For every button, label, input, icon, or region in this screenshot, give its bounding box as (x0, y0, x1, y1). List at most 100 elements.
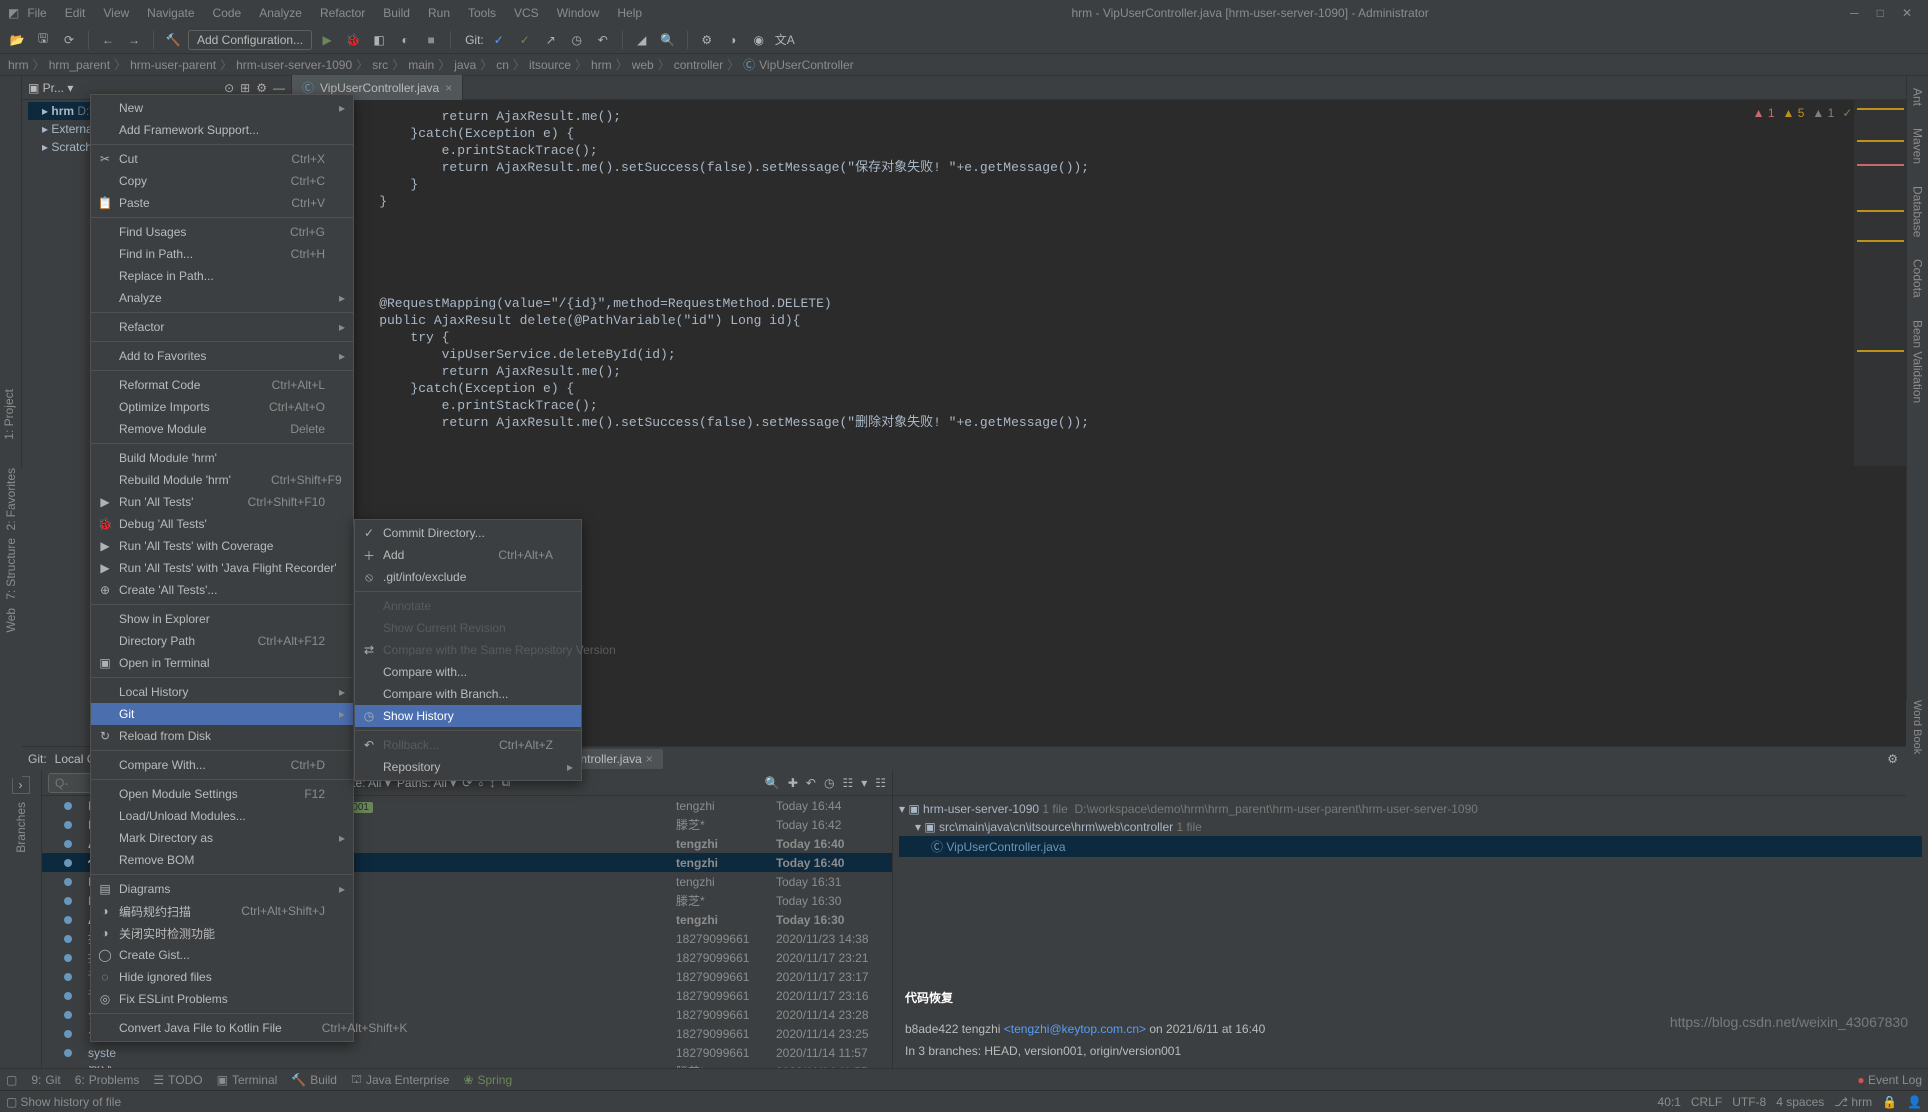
log-search-icon[interactable]: 🔍 (765, 776, 780, 790)
file-encoding[interactable]: UTF-8 (1732, 1095, 1766, 1109)
crumb-6[interactable]: java (454, 58, 476, 72)
menu-item[interactable]: 🐞Debug 'All Tests' (91, 513, 353, 535)
menu-item[interactable]: Git▸ (91, 703, 353, 725)
menu-vcs[interactable]: VCS (506, 3, 547, 23)
crumb-0[interactable]: hrm (8, 58, 29, 72)
tab-todo[interactable]: ☰ TODO (153, 1073, 202, 1087)
group-icon[interactable]: ☷ (842, 776, 853, 790)
line-separator[interactable]: CRLF (1691, 1095, 1722, 1109)
left-tab-favorites[interactable]: 2: Favorites (4, 468, 18, 530)
expand-branches-icon[interactable]: › (12, 776, 30, 794)
menu-item[interactable]: Build Module 'hrm' (91, 447, 353, 469)
expand-all-icon[interactable]: ⊞ (240, 81, 250, 95)
menu-item[interactable]: ◑关闭实时检测功能 (91, 922, 353, 944)
minimize-button[interactable]: ─ (1850, 6, 1859, 20)
menu-item[interactable]: ↻Reload from Disk (91, 725, 353, 747)
menu-item[interactable]: Optimize ImportsCtrl+Alt+O (91, 396, 353, 418)
hammer-icon[interactable]: 🔨 (162, 29, 184, 51)
crumb-9[interactable]: hrm (591, 58, 612, 72)
git-branch[interactable]: ⎇ hrm (1834, 1095, 1872, 1109)
menu-item[interactable]: ◑编码规约扫描Ctrl+Alt+Shift+J (91, 900, 353, 922)
menu-item[interactable]: ▶Run 'All Tests'Ctrl+Shift+F10 (91, 491, 353, 513)
menu-item[interactable]: ＋AddCtrl+Alt+A (355, 544, 581, 566)
git-submenu[interactable]: ✓Commit Directory...＋AddCtrl+Alt+A⦸.git/… (354, 519, 582, 781)
menu-item[interactable]: Show in Explorer (91, 608, 353, 630)
forward-icon[interactable]: → (123, 29, 145, 51)
menu-item[interactable]: Reformat CodeCtrl+Alt+L (91, 374, 353, 396)
crumb-10[interactable]: web (632, 58, 654, 72)
event-log-button[interactable]: ● Event Log (1857, 1073, 1922, 1087)
right-tab-codota[interactable]: Codota (1909, 253, 1927, 304)
vcs-rollback-icon[interactable]: ↶ (592, 29, 614, 51)
menu-item[interactable]: Open Module SettingsF12 (91, 783, 353, 805)
menu-item[interactable]: Compare With...Ctrl+D (91, 754, 353, 776)
menu-item[interactable]: ▶Run 'All Tests' with 'Java Flight Recor… (91, 557, 353, 579)
menu-build[interactable]: Build (375, 3, 418, 23)
menu-file[interactable]: File (19, 3, 54, 23)
menu-item[interactable]: Compare with... (355, 661, 581, 683)
menu-item[interactable]: ▤Diagrams▸ (91, 878, 353, 900)
detail-icon[interactable]: ☷ (875, 776, 886, 790)
open-icon[interactable]: 📂 (6, 29, 28, 51)
menu-navigate[interactable]: Navigate (139, 3, 202, 23)
menu-item[interactable]: ◯Create Gist... (91, 944, 353, 966)
gear-icon[interactable]: ⚙ (256, 81, 267, 95)
vcs-history-icon[interactable]: ◷ (566, 29, 588, 51)
project-context-menu[interactable]: New▸Add Framework Support...✂CutCtrl+XCo… (90, 94, 354, 1042)
run-icon[interactable]: ▶ (316, 29, 338, 51)
menu-item[interactable]: Find UsagesCtrl+G (91, 221, 353, 243)
menu-item[interactable]: 📋PasteCtrl+V (91, 192, 353, 214)
menu-item[interactable]: CopyCtrl+C (91, 170, 353, 192)
menu-item[interactable]: ▣Open in Terminal (91, 652, 353, 674)
menu-item[interactable]: Refactor▸ (91, 316, 353, 338)
menu-item[interactable]: Load/Unload Modules... (91, 805, 353, 827)
right-tab-wordbook[interactable]: Word Book (1911, 700, 1923, 754)
menu-tools[interactable]: Tools (460, 3, 504, 23)
project-view-combo[interactable]: ▣ Pr... ▾ (28, 81, 73, 95)
profile-icon[interactable]: ◐ (394, 29, 416, 51)
vcs-update-icon[interactable]: ✓ (488, 29, 510, 51)
revert-icon[interactable]: ↶ (806, 776, 816, 790)
commit-row[interactable]: syste182790996612020/11/14 11:57 (42, 1043, 892, 1062)
menu-item[interactable]: Repository▸ (355, 756, 581, 778)
changes-root[interactable]: ▾ ▣ hrm-user-server-1090 1 file D:\works… (899, 800, 1922, 818)
menu-item[interactable]: ✓Commit Directory... (355, 522, 581, 544)
changes-sub[interactable]: ▾ ▣ src\main\java\cn\itsource\hrm\web\co… (899, 818, 1922, 836)
menu-item[interactable]: Remove BOM (91, 849, 353, 871)
run-config-combo[interactable]: Add Configuration... (188, 30, 312, 50)
crumb-1[interactable]: hrm_parent (49, 58, 110, 72)
menu-item[interactable]: ⦸.git/info/exclude (355, 566, 581, 588)
menu-help[interactable]: Help (609, 3, 650, 23)
menu-code[interactable]: Code (205, 3, 250, 23)
sync-icon[interactable]: ⟳ (58, 29, 80, 51)
caret-pos[interactable]: 40:1 (1658, 1095, 1681, 1109)
save-icon[interactable]: 🖫 (32, 29, 54, 51)
right-tab-bean[interactable]: Bean Validation (1909, 314, 1927, 409)
menu-item[interactable]: ◷Show History (355, 705, 581, 727)
changes-file[interactable]: Ⓒ VipUserController.java (899, 836, 1922, 857)
editor-minimap[interactable] (1854, 100, 1906, 466)
inspector-icon[interactable]: 👤 (1907, 1095, 1922, 1109)
menu-item[interactable]: Compare with Branch... (355, 683, 581, 705)
left-tab-structure[interactable]: 7: Structure (4, 538, 18, 600)
back-icon[interactable]: ← (97, 29, 119, 51)
menu-run[interactable]: Run (420, 3, 458, 23)
select-opened-icon[interactable]: ⊙ (224, 81, 234, 95)
crumb-5[interactable]: main (408, 58, 434, 72)
right-tab-maven[interactable]: Maven (1909, 122, 1927, 170)
vcs-push-icon[interactable]: ↗ (540, 29, 562, 51)
menu-item[interactable]: ◌Hide ignored files (91, 966, 353, 988)
menu-item[interactable]: Find in Path...Ctrl+H (91, 243, 353, 265)
vcs-commit-icon[interactable]: ✓ (514, 29, 536, 51)
close-button[interactable]: ✕ (1902, 6, 1912, 20)
menu-item[interactable]: Rebuild Module 'hrm'Ctrl+Shift+F9 (91, 469, 353, 491)
close-icon[interactable]: × (646, 752, 653, 766)
menu-item[interactable]: ▶Run 'All Tests' with Coverage (91, 535, 353, 557)
close-tab-icon[interactable]: × (445, 81, 452, 95)
menu-edit[interactable]: Edit (57, 3, 94, 23)
codota-icon[interactable]: ⚙ (696, 29, 718, 51)
menu-item[interactable]: Replace in Path... (91, 265, 353, 287)
tab-git[interactable]: 9: Git (31, 1073, 60, 1087)
right-tab-database[interactable]: Database (1909, 180, 1927, 243)
ide-scripting-icon[interactable]: ◢ (631, 29, 653, 51)
